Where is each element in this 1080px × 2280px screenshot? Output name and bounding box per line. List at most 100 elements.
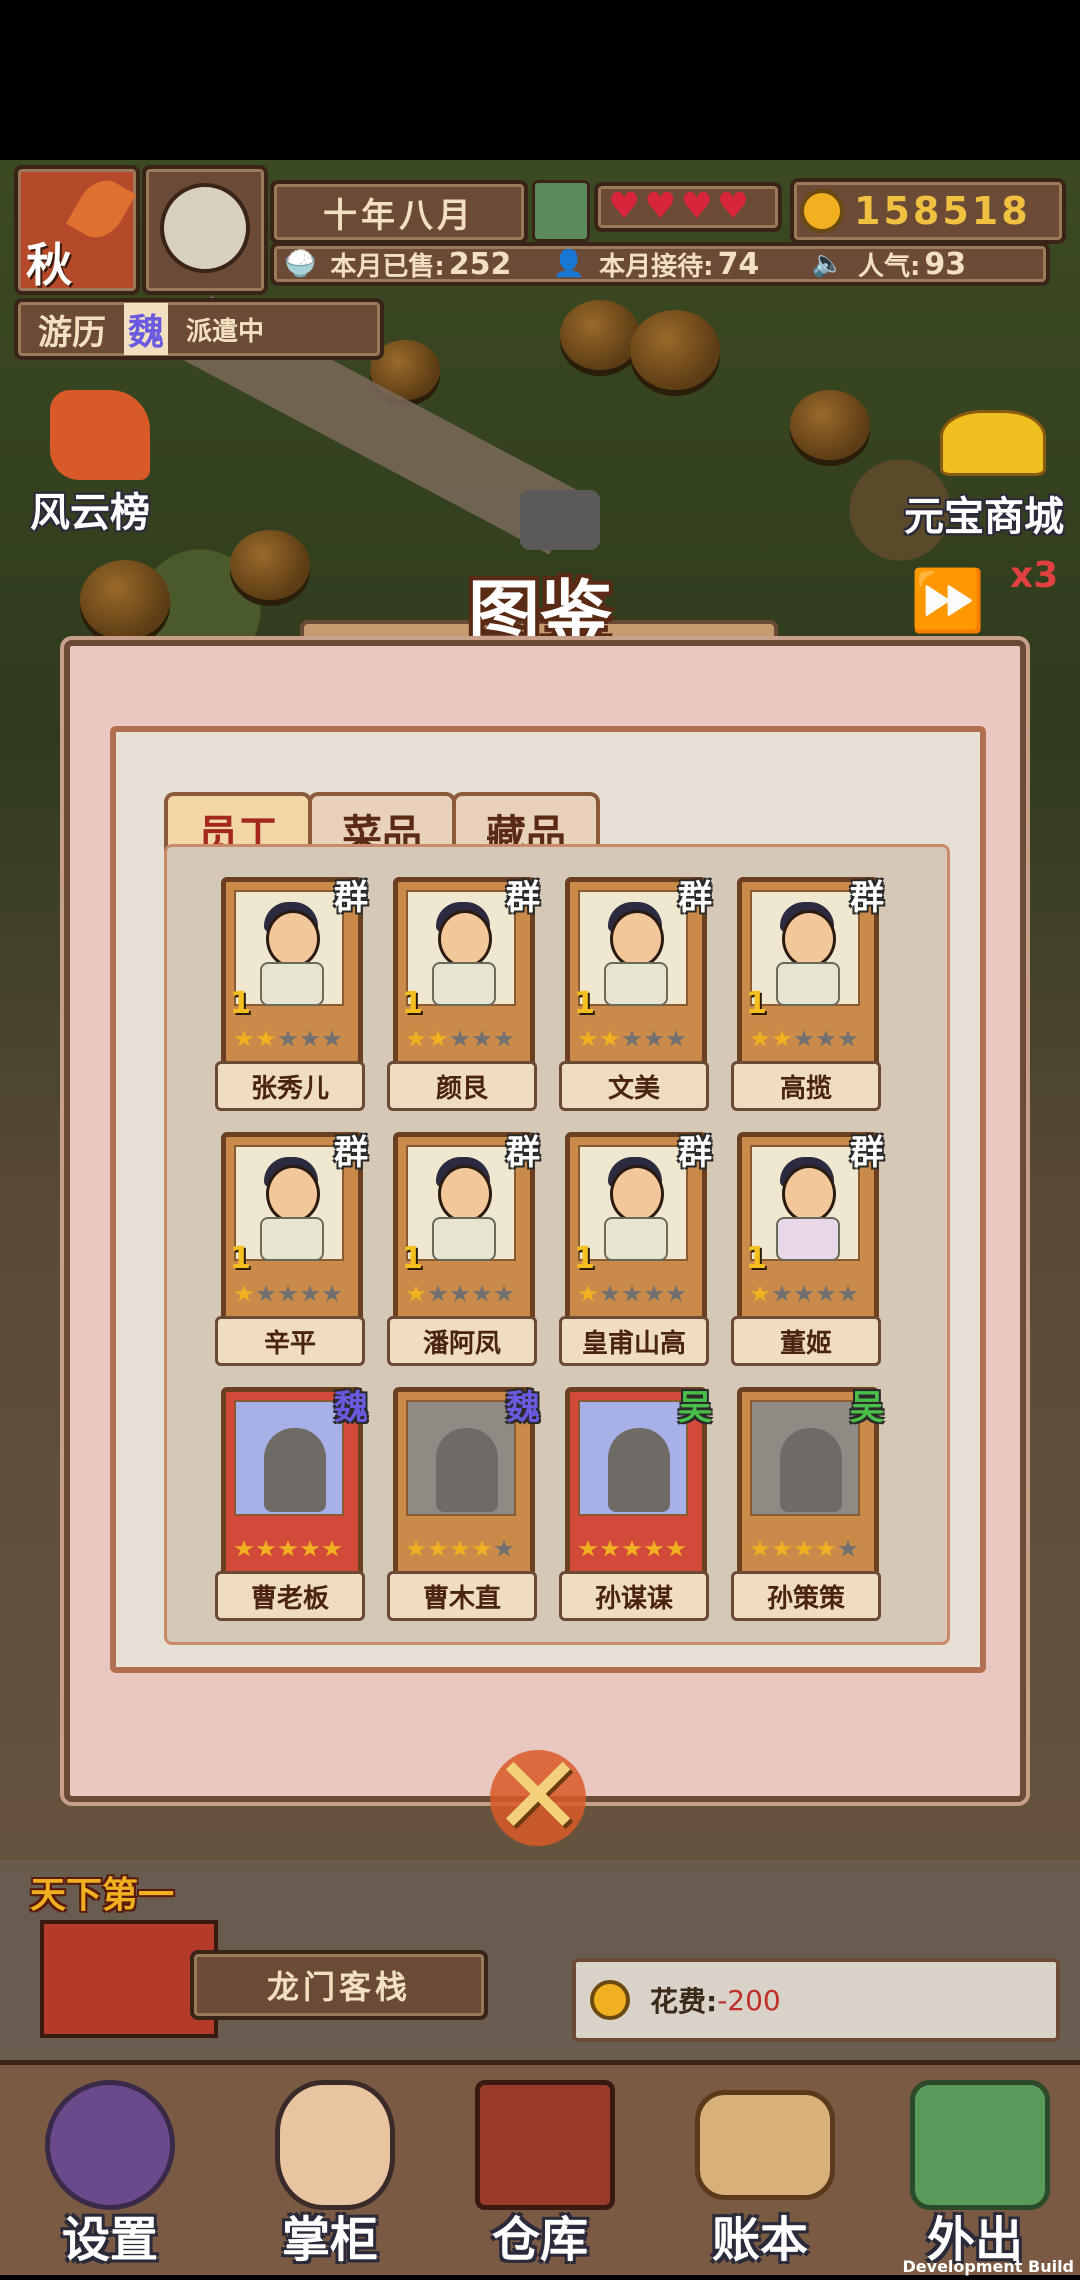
staff-card[interactable]: 1 群高揽: [731, 877, 884, 1117]
nav-label: 掌柜: [281, 2212, 378, 2268]
star-icon: [578, 1540, 598, 1557]
nav-settings[interactable]: 设置: [25, 2070, 195, 2270]
star-icon: [750, 1285, 770, 1302]
season-label: 秋: [26, 238, 72, 292]
character-head: [438, 910, 492, 968]
star-rating: [578, 1030, 688, 1048]
character-body: [432, 1217, 496, 1261]
star-icon: [794, 1285, 814, 1302]
card-frame: 1群: [393, 1132, 540, 1322]
star-rating: [750, 1285, 860, 1303]
star-icon: [750, 1540, 770, 1557]
level-label: 1: [230, 1241, 251, 1276]
staff-card[interactable]: 吴孙策策: [731, 1387, 884, 1627]
star-icon: [794, 1030, 814, 1047]
staff-card[interactable]: 1 群颜艮: [387, 877, 540, 1117]
star-icon: [450, 1540, 470, 1557]
star-icon: [406, 1030, 426, 1047]
close-button[interactable]: ✕: [480, 1732, 600, 1860]
served-value: 74: [717, 246, 760, 282]
star-icon: [256, 1030, 276, 1047]
faction-badge: 吴: [678, 1388, 712, 1428]
star-rating: [578, 1540, 688, 1558]
staff-card[interactable]: 1 群文美: [559, 877, 712, 1117]
inn-sign: 天下第一: [30, 1875, 175, 1916]
star-icon: [666, 1540, 686, 1557]
date-label: 十年八月: [323, 195, 475, 236]
stats-bar: 🍚 本月已售: 252 👤 本月接待: 74 🔈 人气: 93: [270, 242, 1050, 286]
portrait: [406, 1400, 516, 1516]
character-body: [604, 1217, 668, 1261]
nav-manager[interactable]: 掌柜: [245, 2070, 415, 2270]
staff-name: 曹木直: [387, 1571, 537, 1621]
codex-dialog: 员工 菜品 藏品 1 群张秀儿 1 群颜艮 1 群文美 1 群高揽 1 群辛平 1 群潘阿凤 1 群皇甫山…: [64, 640, 1026, 1802]
staff-card[interactable]: 1 群辛平: [215, 1132, 368, 1372]
shop-button[interactable]: 元宝商城: [900, 400, 1070, 540]
staff-card[interactable]: 魏曹老板: [215, 1387, 368, 1627]
popularity-label: 人气:: [857, 251, 921, 282]
star-icon: [300, 1285, 320, 1302]
character-head: [266, 910, 320, 968]
faction-badge: 群: [506, 878, 540, 918]
cost-label: 花费:: [650, 1985, 718, 2018]
character-body: [260, 962, 324, 1006]
character-head: [782, 1165, 836, 1223]
star-icon: [772, 1285, 792, 1302]
star-icon: [600, 1540, 620, 1557]
sold-label: 本月已售:: [330, 251, 445, 282]
shop-label: 元宝商城: [904, 494, 1064, 540]
staff-name: 潘阿凤: [387, 1316, 537, 1366]
level-label: 1: [402, 1241, 423, 1276]
chest-icon: [475, 2080, 615, 2210]
character-head: [610, 910, 664, 968]
nav-label: 账本: [711, 2212, 808, 2268]
star-icon: [406, 1285, 426, 1302]
star-icon: [278, 1540, 298, 1557]
calendar-button[interactable]: [142, 165, 268, 295]
star-icon: [472, 1540, 492, 1557]
card-frame: 1群: [221, 1132, 368, 1322]
character-body: [260, 1217, 324, 1261]
staff-card[interactable]: 1 群皇甫山高: [559, 1132, 712, 1372]
card-frame: 1群: [737, 877, 884, 1067]
staff-card[interactable]: 1 群潘阿凤: [387, 1132, 540, 1372]
silhouette-icon: [780, 1428, 842, 1512]
sundial-icon: [160, 183, 250, 273]
star-icon: [234, 1540, 254, 1557]
nav-warehouse[interactable]: 仓库: [455, 2070, 625, 2270]
staff-card[interactable]: 吴孙谋谋: [559, 1387, 712, 1627]
character-head: [610, 1165, 664, 1223]
silhouette-icon: [436, 1428, 498, 1512]
nav-go-out[interactable]: 外出: [890, 2070, 1060, 2270]
ranking-label: 风云榜: [30, 490, 150, 536]
faction-badge: 魏: [334, 1388, 368, 1428]
star-icon: [256, 1540, 276, 1557]
faction-badge: 吴: [850, 1388, 884, 1428]
staff-card[interactable]: 1 群张秀儿: [215, 877, 368, 1117]
character-body: [776, 962, 840, 1006]
star-icon: [816, 1030, 836, 1047]
staff-name: 张秀儿: [215, 1061, 365, 1111]
star-icon: [838, 1030, 858, 1047]
faction-badge: 魏: [506, 1388, 540, 1428]
staff-card[interactable]: 魏曹木直: [387, 1387, 540, 1627]
faction-badge: 群: [678, 1133, 712, 1173]
manager-avatar[interactable]: [532, 180, 590, 242]
star-icon: [494, 1285, 514, 1302]
staff-name: 孙策策: [731, 1571, 881, 1621]
tree: [630, 310, 720, 390]
nav-ledger[interactable]: 账本: [675, 2070, 845, 2270]
staff-card[interactable]: 1 群董姬: [731, 1132, 884, 1372]
hearts-box: ♥ ♥ ♥ ♥: [594, 182, 782, 232]
star-icon: [750, 1030, 770, 1047]
ranking-button[interactable]: 风云榜: [30, 390, 170, 536]
staff-grid: 1 群张秀儿 1 群颜艮 1 群文美 1 群高揽 1 群辛平 1 群潘阿凤 1 群皇甫山高 1 群董姬魏曹老板…: [164, 844, 950, 1645]
travel-button[interactable]: 游历 魏 派遣中: [14, 298, 384, 360]
coin-count: 158518: [854, 189, 1031, 233]
faction-badge: 群: [678, 878, 712, 918]
scroll-icon: [695, 2090, 835, 2200]
season-box: 秋: [14, 165, 140, 295]
star-icon: [234, 1285, 254, 1302]
date-box: 十年八月: [270, 180, 528, 244]
star-icon: [622, 1030, 642, 1047]
